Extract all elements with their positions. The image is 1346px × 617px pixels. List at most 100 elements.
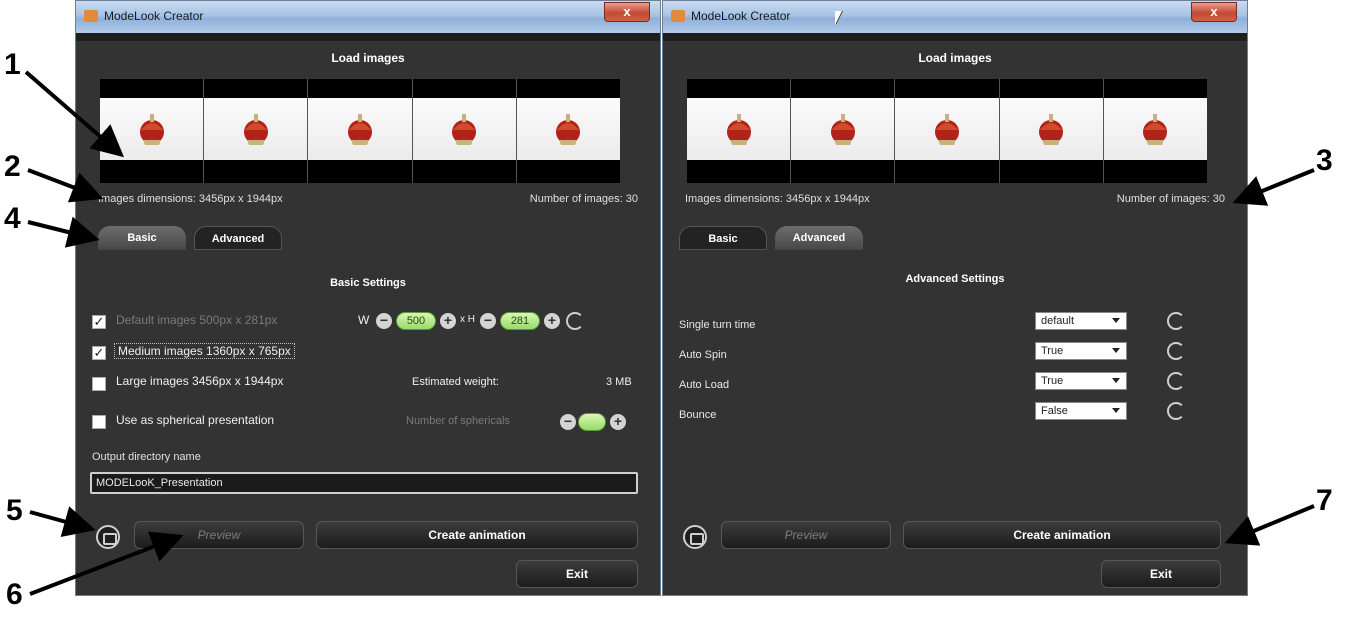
callout-7: 7 xyxy=(1316,484,1333,517)
medium-images-checkbox[interactable]: ✓ xyxy=(92,346,106,360)
chevron-down-icon xyxy=(1112,378,1120,383)
crown-icon xyxy=(243,114,268,145)
close-button[interactable]: x xyxy=(1191,2,1237,22)
height-field[interactable]: 281 xyxy=(500,312,540,330)
crown-icon xyxy=(935,114,959,145)
crown-icon xyxy=(452,114,477,145)
height-decrement-button[interactable]: − xyxy=(480,313,496,329)
top-strip xyxy=(76,33,660,41)
image-dimensions: Images dimensions: 3456px x 1944px xyxy=(98,193,283,205)
image-frame xyxy=(307,79,412,183)
reset-icon[interactable] xyxy=(1167,312,1185,330)
width-label: W xyxy=(358,313,370,327)
large-images-label: Large images 3456px x 1944px xyxy=(116,374,284,388)
crown-icon xyxy=(556,114,581,145)
chevron-down-icon xyxy=(1112,318,1120,323)
create-animation-button[interactable]: Create animation xyxy=(316,521,638,549)
estimated-weight-label: Estimated weight: xyxy=(412,376,499,388)
load-images-title[interactable]: Load images xyxy=(76,51,660,65)
open-folder-button[interactable] xyxy=(683,525,707,549)
callout-2: 2 xyxy=(4,150,21,183)
load-images-title[interactable]: Load images xyxy=(663,51,1247,65)
default-images-checkbox[interactable]: ✓ xyxy=(92,315,106,329)
callout-6: 6 xyxy=(6,578,23,611)
auto-spin-select[interactable]: True xyxy=(1035,342,1127,360)
auto-load-label: Auto Load xyxy=(679,379,730,391)
exit-button[interactable]: Exit xyxy=(1101,560,1221,588)
crown-icon xyxy=(726,114,751,145)
single-turn-time-label: Single turn time xyxy=(679,319,756,331)
tab-advanced[interactable]: Advanced xyxy=(194,226,282,250)
crown-icon xyxy=(348,114,372,145)
crown-icon xyxy=(1143,114,1168,145)
title-bar[interactable]: ModeLook Creator x xyxy=(663,1,1247,33)
image-filmstrip[interactable] xyxy=(687,79,1208,183)
tab-advanced[interactable]: Advanced xyxy=(775,226,863,250)
advanced-settings-title: Advanced Settings xyxy=(905,273,1005,285)
callout-3: 3 xyxy=(1316,144,1333,177)
medium-images-label[interactable]: Medium images 1360px x 765px xyxy=(114,343,295,359)
basic-settings-title: Basic Settings xyxy=(330,277,406,289)
image-frame xyxy=(894,79,999,183)
sphericals-decrement-button[interactable]: − xyxy=(560,414,576,430)
top-strip xyxy=(663,33,1247,41)
create-animation-button[interactable]: Create animation xyxy=(903,521,1221,549)
mouse-cursor-icon xyxy=(835,11,842,25)
crown-icon xyxy=(830,114,855,145)
reset-icon[interactable] xyxy=(1167,402,1185,420)
reset-icon[interactable] xyxy=(1167,342,1185,360)
modelook-window-basic: ModeLook Creator x Load images Images di… xyxy=(75,0,661,596)
tab-basic[interactable]: Basic xyxy=(679,226,767,250)
image-dimensions: Images dimensions: 3456px x 1944px xyxy=(685,193,870,205)
image-filmstrip[interactable] xyxy=(100,79,621,183)
reset-icon[interactable] xyxy=(566,312,584,330)
height-label: x H xyxy=(460,314,475,325)
crown-icon xyxy=(139,114,164,145)
close-button[interactable]: x xyxy=(604,2,650,22)
image-count: Number of images: 30 xyxy=(529,193,638,205)
width-increment-button[interactable]: + xyxy=(440,313,456,329)
output-directory-input[interactable]: MODELooK_Presentation xyxy=(90,472,638,494)
arrow-3 xyxy=(1232,168,1315,206)
callout-5: 5 xyxy=(6,494,23,527)
open-folder-button[interactable] xyxy=(96,525,120,549)
preview-button[interactable]: Preview xyxy=(134,521,304,549)
modelook-window-advanced: ModeLook Creator x Load images Images di… xyxy=(662,0,1248,596)
default-images-label: Default images 500px x 281px xyxy=(116,313,278,327)
crown-icon xyxy=(1039,114,1064,145)
spherical-checkbox[interactable] xyxy=(92,415,106,429)
window-title: ModeLook Creator xyxy=(104,9,204,23)
chevron-down-icon xyxy=(1112,348,1120,353)
image-frame xyxy=(515,79,621,183)
sphericals-count-label: Number of sphericals xyxy=(406,415,510,427)
spherical-label: Use as spherical presentation xyxy=(116,413,275,427)
preview-button[interactable]: Preview xyxy=(721,521,891,549)
image-frame xyxy=(100,79,204,183)
chevron-down-icon xyxy=(1112,408,1120,413)
auto-load-select[interactable]: True xyxy=(1035,372,1127,390)
exit-button[interactable]: Exit xyxy=(516,560,638,588)
tab-basic[interactable]: Basic xyxy=(98,226,186,250)
callout-4: 4 xyxy=(4,202,21,235)
sphericals-field[interactable] xyxy=(578,413,606,431)
image-frame xyxy=(411,79,516,183)
image-count: Number of images: 30 xyxy=(1116,193,1225,205)
image-frame xyxy=(998,79,1103,183)
width-field[interactable]: 500 xyxy=(396,312,436,330)
bounce-select[interactable]: False xyxy=(1035,402,1127,420)
sphericals-increment-button[interactable]: + xyxy=(610,414,626,430)
window-title: ModeLook Creator xyxy=(691,9,791,23)
height-increment-button[interactable]: + xyxy=(544,313,560,329)
callout-1: 1 xyxy=(4,48,21,81)
bounce-label: Bounce xyxy=(679,409,717,421)
output-directory-label: Output directory name xyxy=(92,451,201,463)
title-bar[interactable]: ModeLook Creator x xyxy=(76,1,660,33)
reset-icon[interactable] xyxy=(1167,372,1185,390)
width-decrement-button[interactable]: − xyxy=(376,313,392,329)
image-frame xyxy=(790,79,895,183)
app-icon xyxy=(671,10,685,22)
single-turn-time-select[interactable]: default xyxy=(1035,312,1127,330)
image-frame xyxy=(1102,79,1208,183)
large-images-checkbox[interactable] xyxy=(92,377,106,391)
image-frame xyxy=(203,79,308,183)
